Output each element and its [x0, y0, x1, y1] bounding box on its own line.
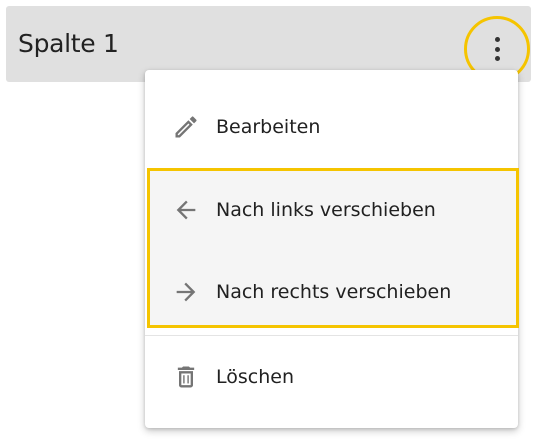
column-context-menu: Bearbeiten Nach links verschieben Nach r… — [145, 70, 519, 428]
arrow-right-icon — [171, 277, 201, 307]
trash-icon — [171, 362, 201, 392]
menu-item-edit-label: Bearbeiten — [216, 116, 321, 138]
menu-item-move-left[interactable]: Nach links verschieben — [145, 169, 518, 251]
menu-item-delete[interactable]: Löschen — [145, 336, 518, 418]
menu-item-move-left-label: Nach links verschieben — [216, 199, 436, 221]
menu-item-move-right[interactable]: Nach rechts verschieben — [145, 251, 518, 333]
menu-item-edit[interactable]: Bearbeiten — [145, 86, 518, 168]
more-vert-icon — [494, 37, 500, 61]
menu-item-delete-label: Löschen — [216, 366, 294, 388]
menu-item-move-right-label: Nach rechts verschieben — [216, 281, 452, 303]
column-title: Spalte 1 — [18, 29, 119, 58]
pencil-icon — [171, 112, 201, 142]
arrow-left-icon — [171, 195, 201, 225]
